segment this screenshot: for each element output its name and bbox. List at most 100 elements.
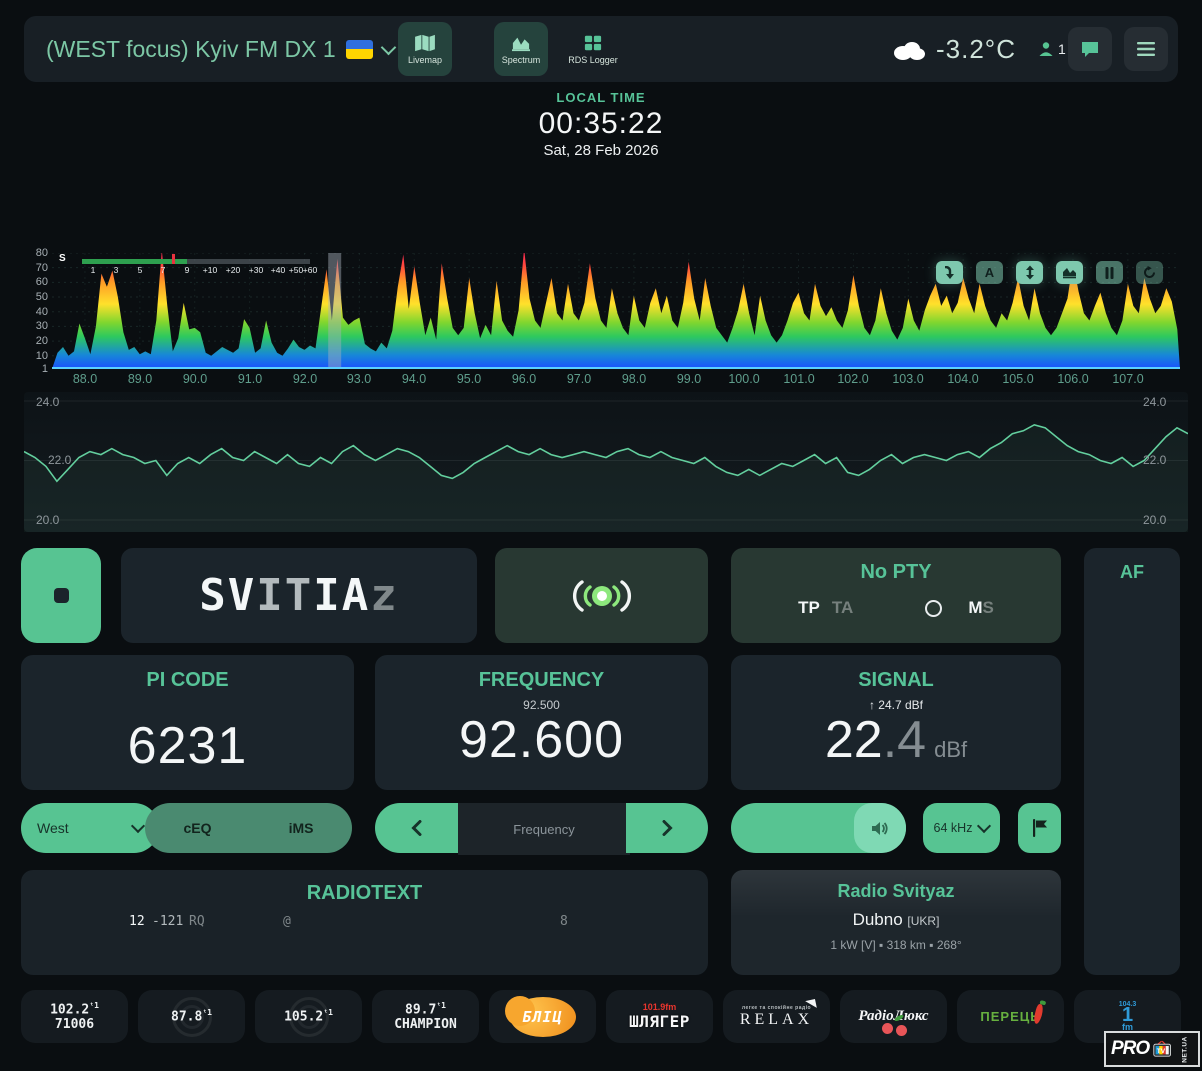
y-tick-label: 80 <box>36 247 48 259</box>
spectrum-vertical-scale-button[interactable] <box>1016 261 1043 284</box>
frequency-tick-label: 99.0 <box>677 372 701 386</box>
preset-pi: 71006 <box>55 1017 94 1032</box>
weather-widget: -3.2°C <box>890 16 1016 82</box>
bandwidth-selected: 64 kHz <box>934 821 973 835</box>
y-tick-label: 20 <box>36 335 48 347</box>
frequency-label: FREQUENCY <box>375 669 708 692</box>
ps-name-panel: SVITIAz <box>121 548 477 643</box>
area-chart-icon <box>1062 266 1077 279</box>
preset-button-radio-lux[interactable]: РадіоЛюкс <box>840 990 947 1043</box>
chevron-down-icon <box>380 39 396 55</box>
preset-button-1[interactable]: 102.2ᵗ1 71006 <box>21 990 128 1043</box>
svg-text:TV: TV <box>1157 1048 1166 1055</box>
pty-panel: No PTY TP TA MS <box>731 548 1061 643</box>
local-date: Sat, 28 Feb 2026 <box>0 142 1202 159</box>
s-meter-tick: +20 <box>226 265 240 275</box>
ims-toggle-button[interactable]: iMS <box>289 820 314 836</box>
ms-flag-s: S <box>982 598 993 618</box>
volume-slider[interactable] <box>731 803 906 853</box>
volume-slider-handle[interactable] <box>854 803 906 853</box>
preset-button-blic[interactable]: БЛІЦ <box>489 990 596 1043</box>
frequency-tick-label: 106.0 <box>1057 372 1088 386</box>
radiotext-segment: 8 <box>560 914 568 929</box>
menu-button[interactable] <box>1124 27 1168 71</box>
frequency-tick-label: 105.0 <box>1002 372 1033 386</box>
preset-frequency: 105.2ᵗ1 <box>284 1008 333 1024</box>
eq-toggle-button[interactable]: cEQ <box>184 820 212 836</box>
station-details: 1 kW [V] ▪ 318 km ▪ 268° <box>731 938 1061 952</box>
protv-net-text: NET.UA <box>1181 1036 1188 1062</box>
radiotext-segment: RQ <box>189 914 205 929</box>
chevron-down-icon <box>131 819 145 833</box>
frequency-value: 92.600 <box>375 710 708 770</box>
frequency-tick-label: 107.0 <box>1112 372 1143 386</box>
ms-flag-m: M <box>968 598 982 618</box>
preset-button-perets[interactable]: ПЕРЕЦЬ <box>957 990 1064 1043</box>
y-tick-label: 10 <box>36 350 48 362</box>
pty-value: No PTY <box>731 561 1061 584</box>
antenna-select-dropdown[interactable]: West <box>21 803 159 853</box>
user-icon <box>1038 41 1054 57</box>
signal-value: 22.4dBf <box>731 710 1061 770</box>
nav-livemap-button[interactable]: Livemap <box>398 22 452 76</box>
frequency-up-button[interactable] <box>626 803 708 853</box>
flag-report-button[interactable] <box>1018 803 1061 853</box>
antenna-selected: West <box>37 820 69 836</box>
nav-spectrum-button[interactable]: Spectrum <box>494 22 548 76</box>
frequency-down-button[interactable] <box>375 803 458 853</box>
signal-history-graph <box>24 392 1188 532</box>
frequency-tick-label: 90.0 <box>183 372 207 386</box>
header-bar: (WEST focus) Kyiv FM DX 1 Livemap Spectr… <box>24 16 1178 82</box>
nav-rds-logger-button[interactable]: RDS Logger <box>564 22 622 76</box>
y-tick-label: 60 <box>36 276 48 288</box>
frequency-input[interactable] <box>458 803 630 855</box>
chevron-right-icon <box>662 820 673 836</box>
chevron-down-icon <box>977 819 991 833</box>
spectrum-snap-button[interactable] <box>936 261 963 284</box>
flag-icon <box>1032 819 1048 837</box>
ps-character-group: IA <box>313 570 370 621</box>
preset-button-3[interactable]: 105.2ᵗ1 <box>255 990 362 1043</box>
spectrum-x-axis: 88.089.090.091.092.093.094.095.096.097.0… <box>52 372 1180 388</box>
spectrum-fill-toggle-button[interactable] <box>1056 261 1083 284</box>
preset-button-shlyager[interactable]: 101.9fm ШЛЯГЕР <box>606 990 713 1043</box>
server-select-dropdown[interactable]: (WEST focus) Kyiv FM DX 1 <box>46 16 394 82</box>
letter-a-icon: A <box>985 265 994 280</box>
frequency-tick-label: 101.0 <box>783 372 814 386</box>
blic-logo-text: БЛІЦ <box>522 1008 562 1026</box>
s-meter-tick: 1 <box>91 265 96 275</box>
station-name: Radio Svityaz <box>731 881 1061 902</box>
station-country: [UKR] <box>907 914 939 928</box>
spectrum-pause-button[interactable] <box>1096 261 1123 284</box>
bandwidth-select-dropdown[interactable]: 64 kHz <box>923 803 1000 853</box>
fmdx-app: (WEST focus) Kyiv FM DX 1 Livemap Spectr… <box>0 0 1202 1071</box>
spectrum-refresh-button[interactable] <box>1136 261 1163 284</box>
preset-button-2[interactable]: 87.8ᵗ1 <box>138 990 245 1043</box>
map-icon <box>414 34 436 52</box>
preset-station: CHAMPION <box>394 1017 457 1032</box>
shlyager-logo-freq: 101.9fm <box>643 1002 677 1012</box>
tv-icon: TV <box>1152 1035 1172 1063</box>
s-meter: S 13579+10+20+30+40+50+60 <box>70 256 320 280</box>
signal-label: SIGNAL <box>731 669 1061 692</box>
s-meter-bar <box>82 259 310 264</box>
spectrum-autoscale-button[interactable]: A <box>976 261 1003 284</box>
frequency-tick-label: 103.0 <box>892 372 923 386</box>
stereo-circle-icon <box>925 600 942 617</box>
pi-code-label: PI CODE <box>21 669 354 692</box>
preset-button-4[interactable]: 89.7ᵗ1 CHAMPION <box>372 990 479 1043</box>
signal-y-tick: 20.0 <box>1143 513 1166 527</box>
nav-livemap-label: Livemap <box>408 55 442 65</box>
speaker-icon <box>871 821 889 836</box>
preset-button-relax[interactable]: легке та спокійне радіо RELAX <box>723 990 830 1043</box>
rds-indicator-button[interactable] <box>21 548 101 643</box>
frequency-tick-label: 88.0 <box>73 372 97 386</box>
radiotext-line: 12-121RQ@8 <box>21 914 708 932</box>
signal-y-tick: 24.0 <box>1143 395 1166 409</box>
local-time-value: 00:35:22 <box>0 107 1202 141</box>
preset-frequency: 87.8ᵗ1 <box>171 1008 212 1024</box>
cherry-icon <box>896 1025 907 1036</box>
chat-button[interactable] <box>1068 27 1112 71</box>
frequency-tick-label: 104.0 <box>947 372 978 386</box>
ps-character-group: IT <box>256 570 313 621</box>
